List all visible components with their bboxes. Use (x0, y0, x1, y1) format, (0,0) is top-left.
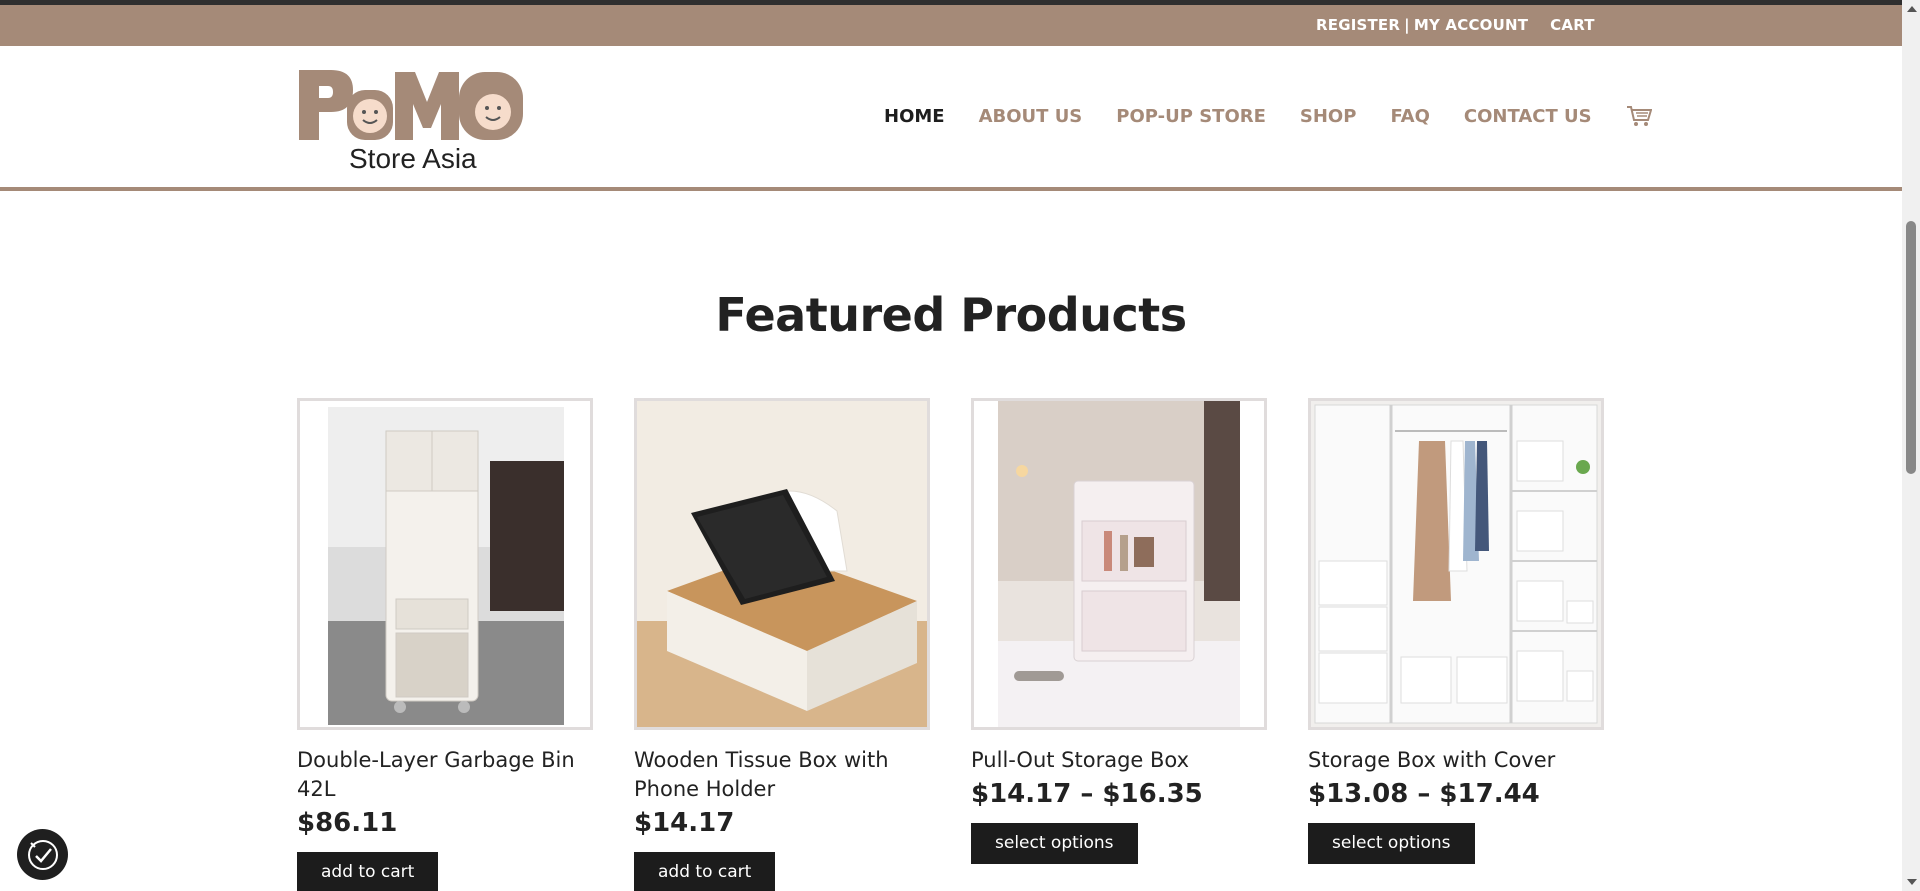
nav-item-contact-us[interactable]: CONTACT US (1464, 106, 1592, 127)
product-name[interactable]: Wooden Tissue Box with Phone Holder (634, 746, 930, 804)
scroll-up-arrow-icon[interactable] (1907, 6, 1917, 12)
nav-item-shop[interactable]: SHOP (1300, 106, 1357, 127)
product-price: $86.11 (297, 808, 398, 838)
product-image-storage-box[interactable] (971, 398, 1267, 730)
nav-item-faq[interactable]: FAQ (1390, 106, 1429, 127)
nav-item-pop-up-store[interactable]: POP-UP STORE (1116, 106, 1266, 127)
top-bar-links: REGISTER | MY ACCOUNT CART (1316, 16, 1595, 34)
register-link[interactable]: REGISTER (1316, 16, 1400, 34)
page-viewport: REGISTER | MY ACCOUNT CART Store Asia HO… (0, 0, 1902, 891)
scroll-down-arrow-icon[interactable] (1907, 879, 1917, 885)
select-options-button[interactable]: select options (971, 823, 1138, 864)
product-name[interactable]: Pull-Out Storage Box (971, 746, 1267, 775)
main-navigation: HOME ABOUT US POP-UP STORE SHOP FAQ CONT… (884, 105, 1652, 127)
cookie-consent-icon[interactable] (17, 829, 68, 880)
page-scrollbar[interactable] (1902, 0, 1920, 891)
product-card: Pull-Out Storage Box $14.17 – $16.35 sel… (971, 398, 1267, 864)
add-to-cart-button[interactable]: add to cart (297, 852, 439, 891)
product-name[interactable]: Storage Box with Cover (1308, 746, 1604, 775)
top-cart-link[interactable]: CART (1550, 16, 1595, 34)
site-header: Store Asia HOME ABOUT US POP-UP STORE SH… (0, 46, 1902, 191)
shopping-cart-icon[interactable] (1626, 105, 1652, 127)
featured-products-heading: Featured Products (715, 288, 1187, 342)
site-logo[interactable]: Store Asia (297, 68, 525, 174)
product-image-storage-box-cover[interactable] (1308, 398, 1604, 730)
product-card: Double-Layer Garbage Bin 42L $86.11 add … (297, 398, 593, 891)
product-card: Storage Box with Cover $13.08 – $17.44 s… (1308, 398, 1604, 864)
select-options-button[interactable]: select options (1308, 823, 1475, 864)
product-image-garbage-bin[interactable] (297, 398, 593, 730)
top-bar: REGISTER | MY ACCOUNT CART (0, 5, 1902, 46)
top-bar-separator: | (1404, 16, 1410, 34)
product-name[interactable]: Double-Layer Garbage Bin 42L (297, 746, 593, 804)
logo-subtext: Store Asia (349, 143, 477, 172)
product-price: $14.17 – $16.35 (971, 779, 1203, 809)
product-price: $13.08 – $17.44 (1308, 779, 1540, 809)
product-price: $14.17 (634, 808, 735, 838)
add-to-cart-button[interactable]: add to cart (634, 852, 776, 891)
my-account-link[interactable]: MY ACCOUNT (1414, 16, 1528, 34)
product-image-tissue-box[interactable] (634, 398, 930, 730)
nav-item-about-us[interactable]: ABOUT US (979, 106, 1083, 127)
product-card: Wooden Tissue Box with Phone Holder $14.… (634, 398, 930, 891)
scrollbar-thumb[interactable] (1906, 221, 1916, 474)
nav-item-home[interactable]: HOME (884, 106, 945, 127)
